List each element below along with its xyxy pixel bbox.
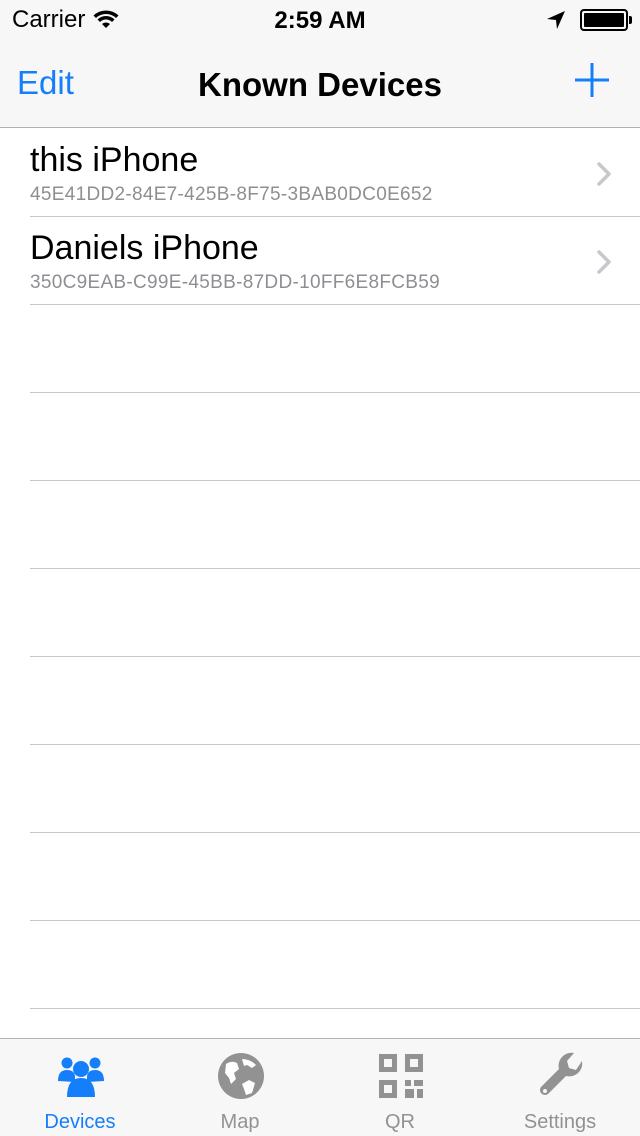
tab-devices[interactable]: Devices (0, 1039, 160, 1136)
tab-qr[interactable]: QR (320, 1039, 480, 1136)
empty-row (30, 569, 640, 657)
location-arrow-icon (547, 11, 565, 29)
people-icon (58, 1057, 104, 1097)
navigation-bar: Edit Known Devices (0, 40, 640, 128)
plus-icon[interactable] (574, 62, 610, 98)
tab-label: Settings (523, 1111, 597, 1133)
empty-row (30, 305, 640, 393)
qr-code-icon (379, 1054, 423, 1098)
chevron-right-icon (597, 250, 611, 274)
battery-fill (584, 13, 624, 27)
page-title: Known Devices (198, 66, 442, 103)
tab-label: Map (220, 1111, 260, 1133)
empty-row (30, 393, 640, 481)
empty-row (30, 745, 640, 833)
chevron-right-icon (597, 162, 611, 186)
empty-row (30, 921, 640, 1009)
status-bar: Carrier 2:59 AM (0, 0, 640, 40)
device-uuid: 45E41DD2-84E7-425B-8F75-3BAB0DC0E652 (30, 184, 433, 205)
devices-table: this iPhone 45E41DD2-84E7-425B-8F75-3BAB… (0, 129, 640, 1009)
device-row[interactable]: Daniels iPhone 350C9EAB-C99E-45BB-87DD-1… (30, 217, 640, 305)
device-uuid: 350C9EAB-C99E-45BB-87DD-10FF6E8FCB59 (30, 272, 440, 293)
empty-row (30, 833, 640, 921)
battery-icon (580, 9, 632, 31)
wrench-icon (540, 1052, 583, 1095)
tab-settings[interactable]: Settings (480, 1039, 640, 1136)
tab-label: Devices (44, 1111, 116, 1133)
screen: Carrier 2:59 AM Edit Known Devices this … (0, 0, 640, 1136)
empty-row (30, 657, 640, 745)
status-right (546, 9, 632, 31)
empty-row (30, 481, 640, 569)
tab-label: QR (385, 1111, 415, 1133)
device-name: Daniels iPhone (30, 229, 259, 267)
device-row[interactable]: this iPhone 45E41DD2-84E7-425B-8F75-3BAB… (30, 129, 640, 217)
status-time: 2:59 AM (274, 7, 366, 34)
tab-bar: Devices Map QR Settings (0, 1038, 640, 1136)
device-name: this iPhone (30, 141, 199, 179)
tab-map[interactable]: Map (160, 1039, 320, 1136)
globe-icon (218, 1053, 264, 1099)
